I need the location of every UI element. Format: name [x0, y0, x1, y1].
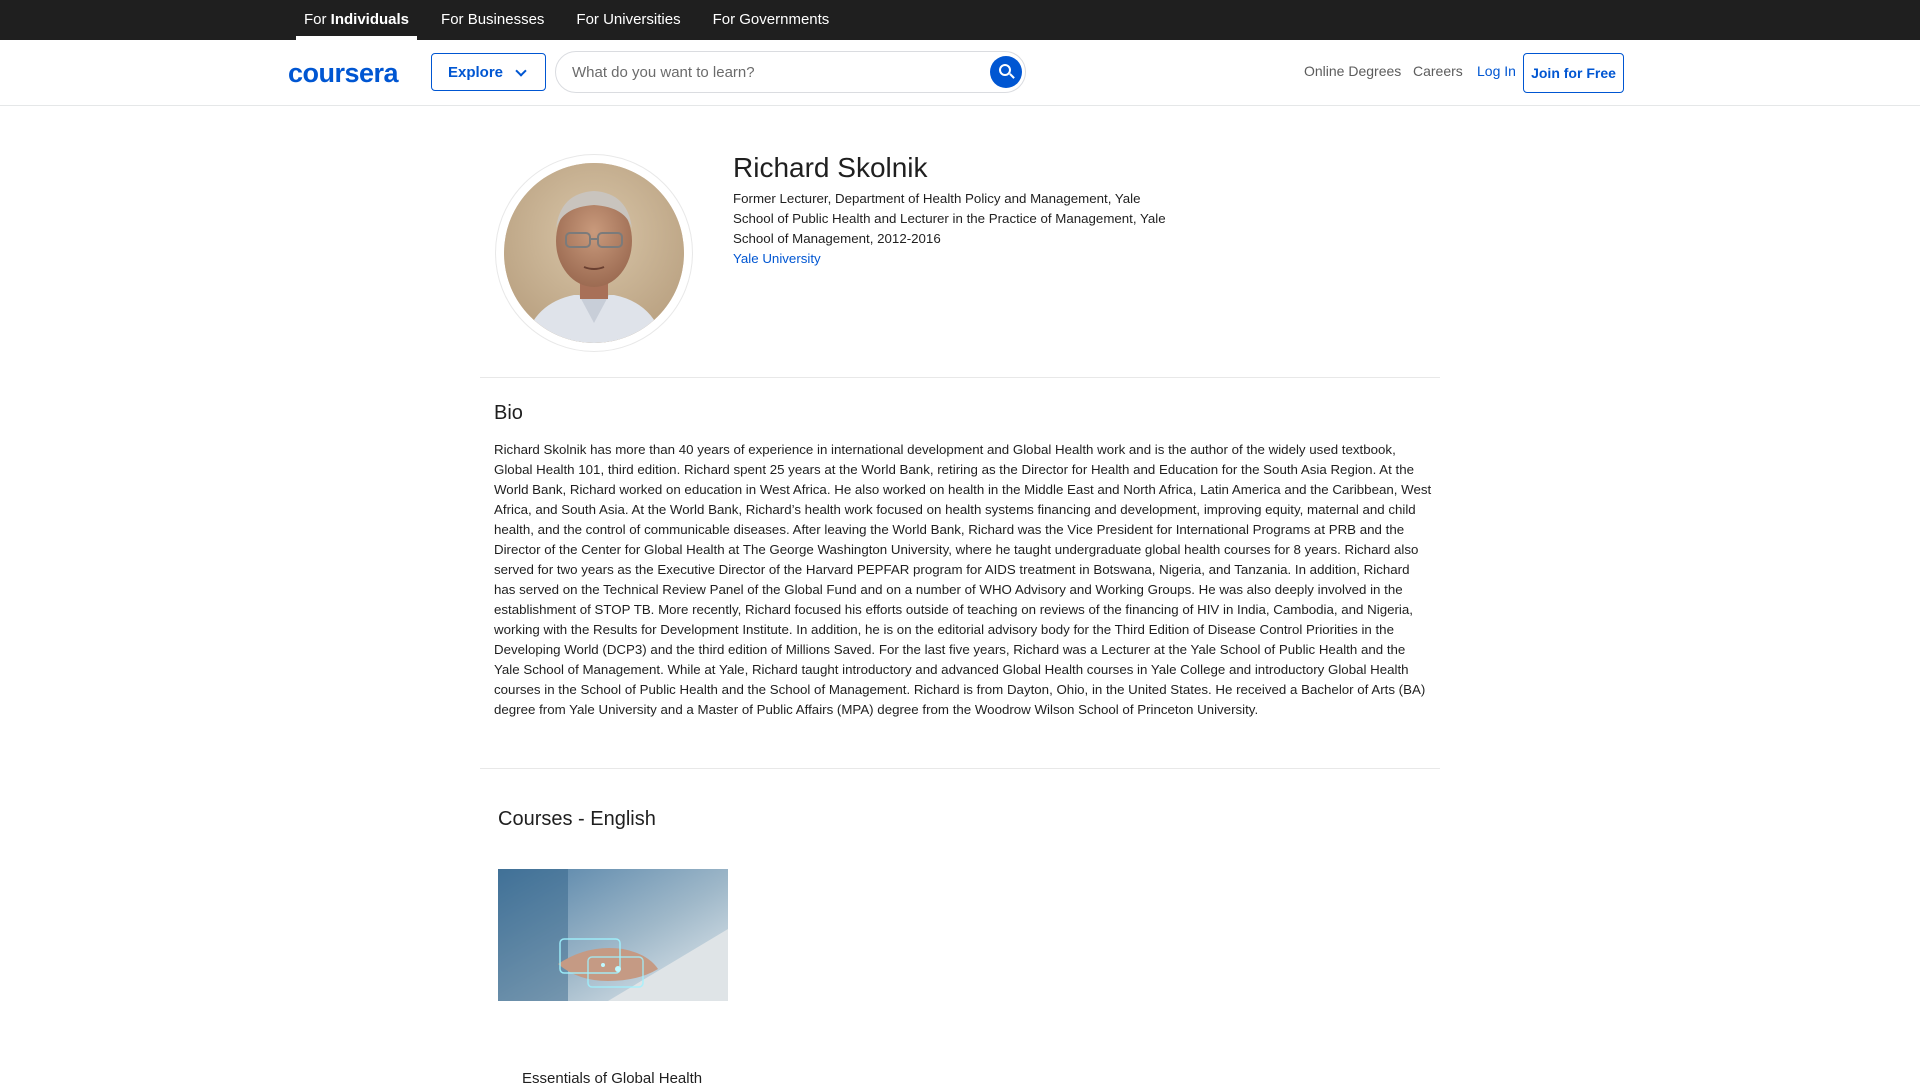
avatar-frame: [495, 154, 693, 352]
course-card[interactable]: Essentials of Global Health: [498, 869, 728, 1087]
instructor-affiliation-link[interactable]: Yale University: [733, 251, 821, 266]
explore-label: Explore: [448, 63, 504, 81]
tab-for-universities[interactable]: For Universities: [568, 0, 688, 40]
search-bar: [555, 51, 1026, 93]
audience-tabs: For Individuals For Businesses For Unive…: [296, 0, 853, 40]
bio-heading: Bio: [494, 402, 523, 424]
course-thumbnail[interactable]: [498, 869, 728, 1001]
chevron-down-icon: [515, 65, 527, 77]
tab-for-governments[interactable]: For Governments: [705, 0, 838, 40]
avatar: [504, 163, 684, 343]
tab-prefix: For: [304, 11, 331, 28]
tab-for-individuals[interactable]: For Individuals: [296, 0, 418, 40]
section-divider: [480, 768, 1440, 769]
course-title[interactable]: Essentials of Global Health: [522, 1070, 702, 1087]
online-degrees-link[interactable]: Online Degrees: [1304, 63, 1401, 79]
instructor-role: Former Lecturer, Department of Health Po…: [733, 191, 1166, 246]
join-for-free-button[interactable]: Join for Free: [1523, 53, 1624, 93]
tab-for-businesses[interactable]: For Businesses: [433, 0, 552, 40]
tab-strong: Individuals: [330, 11, 410, 28]
explore-button[interactable]: Explore: [431, 53, 546, 91]
audience-bar: For Individuals For Businesses For Unive…: [0, 0, 1920, 40]
instructor-name: Richard Skolnik: [733, 152, 928, 183]
course-image: [498, 869, 728, 1001]
section-divider: [480, 377, 1440, 378]
search-button[interactable]: [990, 56, 1022, 88]
bio-text: Richard Skolnik has more than 40 years o…: [494, 442, 1432, 717]
careers-link[interactable]: Careers: [1413, 63, 1463, 79]
coursera-logo[interactable]: coursera: [288, 58, 399, 89]
courses-heading: Courses - English: [498, 808, 656, 830]
login-link[interactable]: Log In: [1477, 63, 1516, 79]
instructor-photo: [504, 163, 684, 343]
site-header: coursera Explore Online Degrees Careers …: [0, 40, 1920, 106]
search-input[interactable]: [572, 61, 972, 83]
search-icon-handle: [1009, 73, 1015, 79]
